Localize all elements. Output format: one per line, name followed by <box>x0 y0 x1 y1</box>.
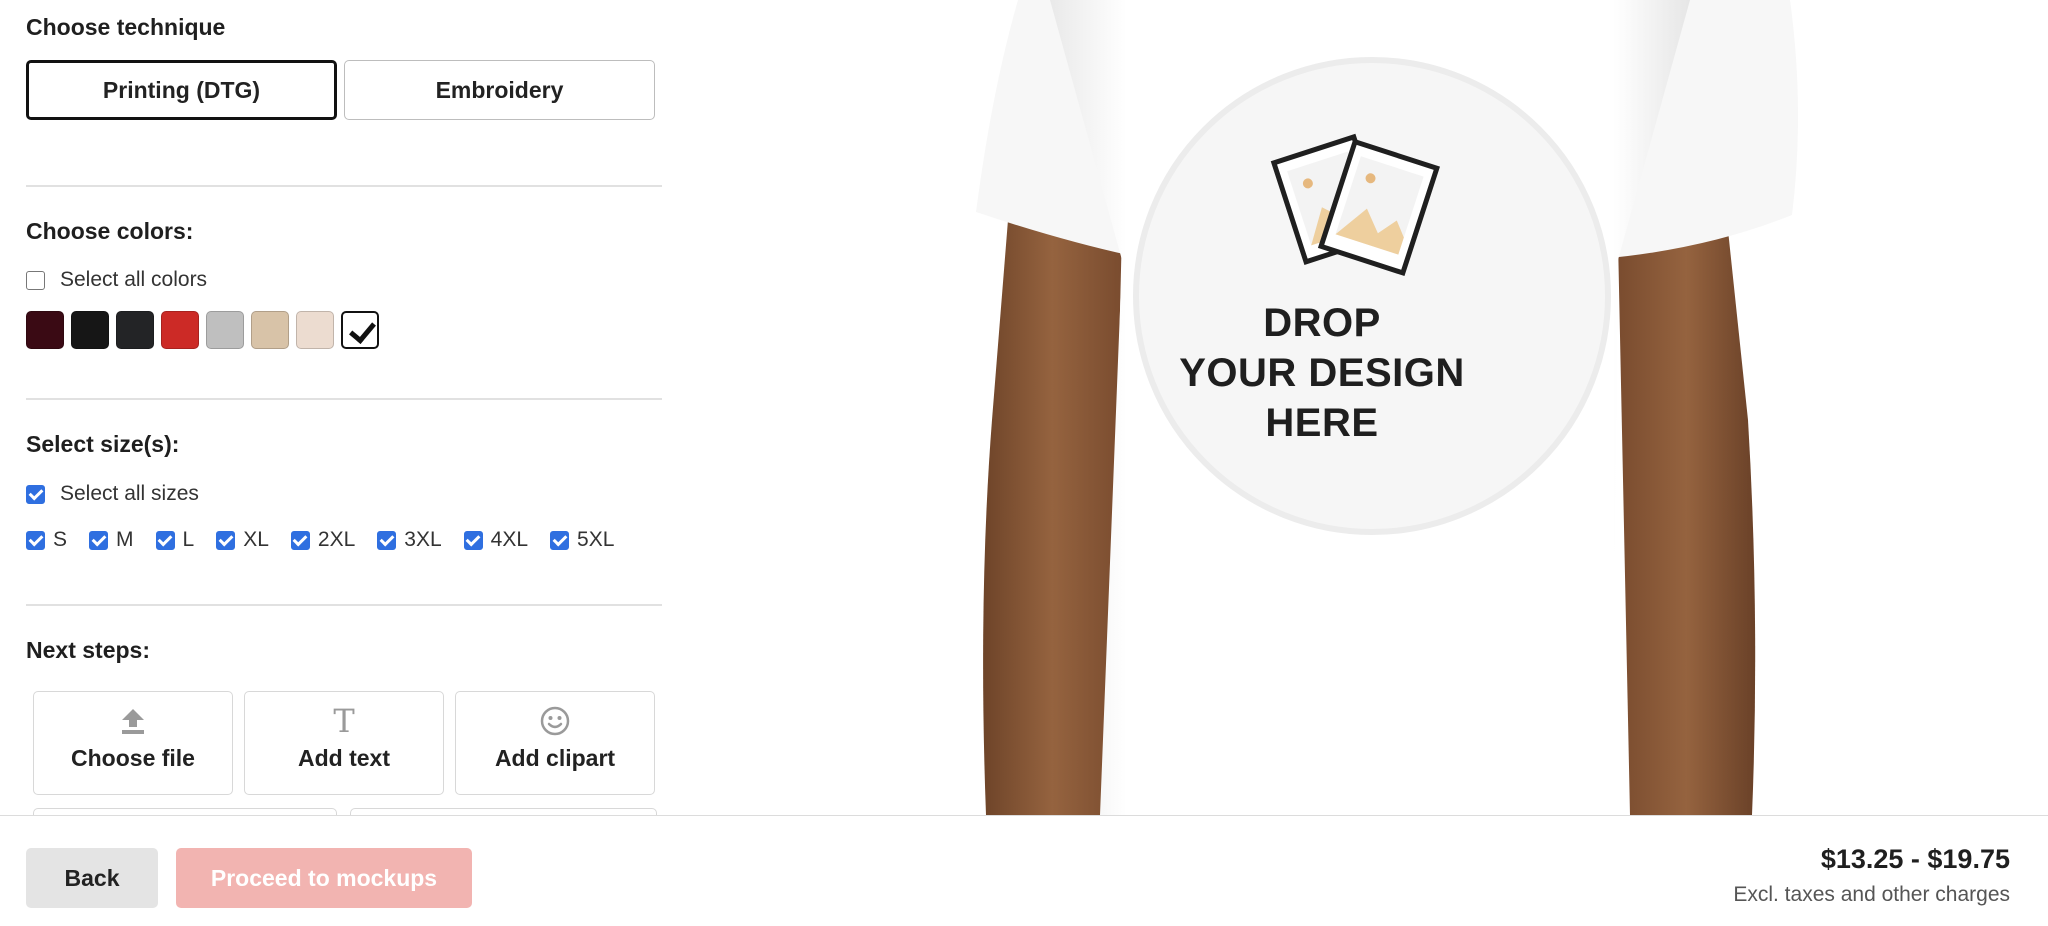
checkbox-checked-icon[interactable] <box>216 530 236 550</box>
size-checkboxes: S M L XL 2XL 3XL 4XL 5XL <box>26 528 636 552</box>
more-options-card[interactable] <box>33 808 337 815</box>
checkbox-checked-icon[interactable] <box>377 530 397 550</box>
color-swatch-maroon[interactable] <box>26 311 64 349</box>
color-swatch-tan[interactable] <box>251 311 289 349</box>
tshirt-mockup <box>976 0 1799 815</box>
size-checkbox-l[interactable]: L <box>155 528 195 552</box>
select-all-sizes-label: Select all sizes <box>60 482 199 505</box>
sizes-heading: Select size(s): <box>26 431 180 457</box>
choose-file-label: Choose file <box>71 745 195 771</box>
select-all-sizes-checkbox[interactable]: Select all sizes <box>26 482 199 506</box>
choose-file-button[interactable]: Choose file <box>33 691 233 795</box>
size-label: S <box>53 528 68 551</box>
options-panel: Choose technique Printing (DTG) Embroide… <box>0 0 690 815</box>
drop-design-text: DROP YOUR DESIGN HERE <box>1172 298 1472 448</box>
size-checkbox-m[interactable]: M <box>89 528 134 552</box>
checkbox-checked-icon[interactable] <box>290 530 310 550</box>
size-checkbox-4xl[interactable]: 4XL <box>463 528 529 552</box>
add-text-button[interactable]: T Add text <box>244 691 444 795</box>
left-arm <box>983 220 1122 815</box>
proceed-to-mockups-button[interactable]: Proceed to mockups <box>176 848 472 908</box>
price-note: Excl. taxes and other charges <box>1733 883 2010 906</box>
size-label: 3XL <box>404 528 442 551</box>
drop-line: DROP <box>1263 301 1381 345</box>
size-checkbox-2xl[interactable]: 2XL <box>290 528 356 552</box>
divider <box>26 398 662 400</box>
more-options-card[interactable] <box>350 808 657 815</box>
color-swatch-white-selected[interactable] <box>341 311 379 349</box>
add-text-label: Add text <box>298 745 390 771</box>
divider <box>26 604 662 606</box>
next-steps-heading: Next steps: <box>26 637 150 663</box>
drop-line: HERE <box>1265 401 1379 445</box>
color-swatch-soft-pink[interactable] <box>296 311 334 349</box>
size-checkbox-s[interactable]: S <box>26 528 67 552</box>
checkbox-checked-icon[interactable] <box>89 530 109 550</box>
size-label: M <box>116 528 134 551</box>
technique-printing-button[interactable]: Printing (DTG) <box>26 60 337 120</box>
drop-zone-circle[interactable] <box>1133 57 1611 535</box>
technique-heading: Choose technique <box>26 14 226 40</box>
checkbox-checked-icon[interactable] <box>550 530 570 550</box>
drop-line: YOUR DESIGN <box>1179 351 1465 395</box>
color-swatch-black-heather[interactable] <box>116 311 154 349</box>
price-range: $13.25 - $19.75 <box>1820 844 2010 874</box>
color-swatch-black[interactable] <box>71 311 109 349</box>
product-preview: DROP YOUR DESIGN HERE <box>900 0 2048 815</box>
size-label: 2XL <box>317 528 356 551</box>
footer-bar: Back Proceed to mockups $13.25 - $19.75 … <box>0 815 2048 926</box>
select-all-colors-label: Select all colors <box>60 268 208 291</box>
technique-embroidery-button[interactable]: Embroidery <box>344 60 655 120</box>
upload-icon <box>120 703 146 739</box>
size-checkbox-xl[interactable]: XL <box>216 528 269 552</box>
add-clipart-label: Add clipart <box>494 745 616 771</box>
size-label: 4XL <box>490 528 529 551</box>
checkbox-icon[interactable] <box>26 270 45 290</box>
color-swatches <box>26 311 379 349</box>
add-clipart-button[interactable]: Add clipart <box>455 691 655 795</box>
checkbox-checked-icon[interactable] <box>463 530 483 550</box>
size-label: L <box>182 528 195 551</box>
select-all-colors-checkbox[interactable]: Select all colors <box>26 268 207 292</box>
text-icon: T <box>333 702 355 740</box>
checkbox-checked-icon[interactable] <box>26 484 45 504</box>
back-button[interactable]: Back <box>26 848 158 908</box>
color-swatch-red[interactable] <box>161 311 199 349</box>
size-label: 5XL <box>577 528 615 551</box>
size-checkbox-5xl[interactable]: 5XL <box>550 528 614 552</box>
smiley-icon <box>540 703 570 739</box>
checkbox-checked-icon[interactable] <box>26 530 45 550</box>
right-arm <box>1618 230 1756 815</box>
colors-heading: Choose colors: <box>26 218 194 244</box>
checkbox-checked-icon[interactable] <box>155 530 175 550</box>
color-swatch-gray[interactable] <box>206 311 244 349</box>
divider <box>26 185 662 187</box>
size-checkbox-3xl[interactable]: 3XL <box>377 528 442 552</box>
size-label: XL <box>243 528 269 551</box>
